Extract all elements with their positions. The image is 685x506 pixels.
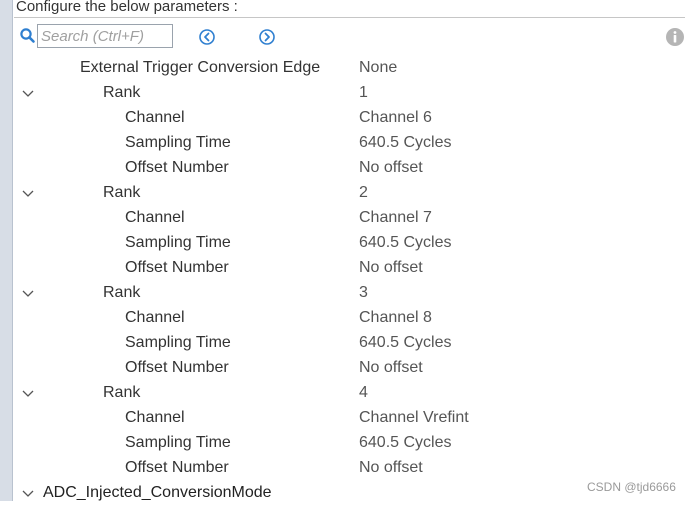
search-input[interactable] <box>37 24 173 48</box>
search-icon[interactable] <box>19 27 37 45</box>
parameter-tree: External Trigger Conversion Edge None Ra… <box>14 56 685 506</box>
param-row-trigger-edge[interactable]: External Trigger Conversion Edge None <box>14 56 685 81</box>
chevron-down-icon[interactable] <box>21 287 35 299</box>
param-value[interactable]: None <box>359 59 397 77</box>
left-panel-rail <box>0 0 13 501</box>
info-icon <box>666 28 684 46</box>
rank-value[interactable]: 2 <box>359 184 368 202</box>
param-label: Offset Number <box>125 459 229 476</box>
param-label: Sampling Time <box>125 134 231 151</box>
param-label: Sampling Time <box>125 234 231 251</box>
param-label: Sampling Time <box>125 334 231 351</box>
param-value[interactable]: 640.5 Cycles <box>359 234 452 252</box>
parameters-header: Configure the below parameters : <box>14 0 685 18</box>
param-row-sampling-time[interactable]: Sampling Time 640.5 Cycles <box>14 431 685 456</box>
param-label: Channel <box>125 109 185 126</box>
param-row-channel[interactable]: Channel Channel 7 <box>14 206 685 231</box>
rank-row[interactable]: Rank 2 <box>14 181 685 206</box>
param-row-sampling-time[interactable]: Sampling Time 640.5 Cycles <box>14 231 685 256</box>
chevron-down-icon[interactable] <box>21 187 35 199</box>
header-title: Configure the below parameters : <box>16 0 238 15</box>
param-row-channel[interactable]: Channel Channel Vrefint <box>14 406 685 431</box>
param-label: Channel <box>125 309 185 326</box>
param-row-sampling-time[interactable]: Sampling Time 640.5 Cycles <box>14 131 685 156</box>
rank-label: Rank <box>103 184 141 201</box>
param-row-offset-number[interactable]: Offset Number No offset <box>14 256 685 281</box>
param-value[interactable]: No offset <box>359 159 423 177</box>
param-value[interactable]: 640.5 Cycles <box>359 434 452 452</box>
param-label: External Trigger Conversion Edge <box>80 59 321 76</box>
previous-match-button[interactable] <box>198 28 216 46</box>
chevron-down-icon[interactable] <box>21 487 35 499</box>
param-value[interactable]: No offset <box>359 459 423 477</box>
info-button[interactable] <box>665 27 685 47</box>
rank-label: Rank <box>103 384 141 401</box>
search-toolbar <box>14 24 685 52</box>
param-value[interactable]: Channel Vrefint <box>359 409 469 427</box>
next-match-button[interactable] <box>258 28 276 46</box>
param-value[interactable]: 640.5 Cycles <box>359 334 452 352</box>
chevron-down-icon[interactable] <box>21 387 35 399</box>
param-value[interactable]: Channel 6 <box>359 109 432 127</box>
param-label: Offset Number <box>125 159 229 176</box>
rank-label: Rank <box>103 284 141 301</box>
circle-arrow-right-icon <box>259 29 275 45</box>
circle-arrow-left-icon <box>199 29 215 45</box>
param-value[interactable]: 640.5 Cycles <box>359 134 452 152</box>
param-value[interactable]: No offset <box>359 259 423 277</box>
param-row-offset-number[interactable]: Offset Number No offset <box>14 156 685 181</box>
rank-value[interactable]: 4 <box>359 384 368 402</box>
chevron-down-icon[interactable] <box>21 87 35 99</box>
watermark-text: CSDN @tjd6666 <box>587 480 676 494</box>
param-row-channel[interactable]: Channel Channel 8 <box>14 306 685 331</box>
param-label: Channel <box>125 409 185 426</box>
rank-row[interactable]: Rank 4 <box>14 381 685 406</box>
param-row-channel[interactable]: Channel Channel 6 <box>14 106 685 131</box>
param-row-offset-number[interactable]: Offset Number No offset <box>14 356 685 381</box>
param-label: Offset Number <box>125 259 229 276</box>
rank-row[interactable]: Rank 3 <box>14 281 685 306</box>
section-label: ADC_Injected_ConversionMode <box>43 484 272 501</box>
param-row-sampling-time[interactable]: Sampling Time 640.5 Cycles <box>14 331 685 356</box>
param-value[interactable]: Channel 8 <box>359 309 432 327</box>
param-value[interactable]: Channel 7 <box>359 209 432 227</box>
rank-row[interactable]: Rank 1 <box>14 81 685 106</box>
param-label: Offset Number <box>125 359 229 376</box>
rank-label: Rank <box>103 84 141 101</box>
rank-value[interactable]: 1 <box>359 84 368 102</box>
section-row-injected-conversion[interactable]: ADC_Injected_ConversionMode <box>14 481 685 506</box>
param-label: Channel <box>125 209 185 226</box>
rank-value[interactable]: 3 <box>359 284 368 302</box>
param-row-offset-number[interactable]: Offset Number No offset <box>14 456 685 481</box>
param-label: Sampling Time <box>125 434 231 451</box>
param-value[interactable]: No offset <box>359 359 423 377</box>
